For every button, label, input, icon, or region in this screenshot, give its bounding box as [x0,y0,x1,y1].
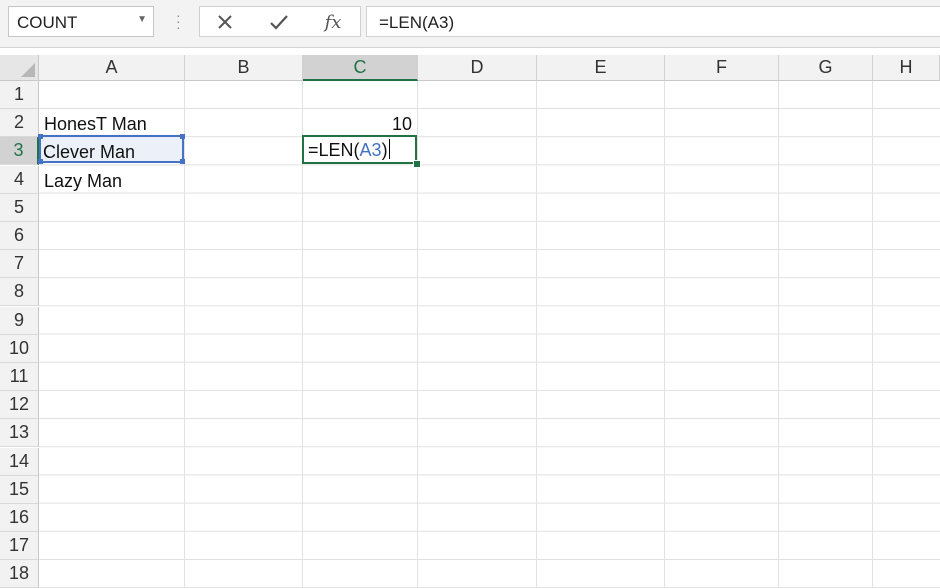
row-header-14[interactable]: 14 [0,448,39,476]
column-header-d[interactable]: D [418,55,537,81]
select-all-button[interactable] [0,55,39,81]
reference-handle[interactable] [38,134,43,139]
row-header-6[interactable]: 6 [0,222,39,250]
column-header-e[interactable]: E [537,55,665,81]
worksheet-grid: A B C D E F G H 1 2 3 4 5 6 7 8 9 10 11 … [0,55,940,588]
row-header-18[interactable]: 18 [0,560,39,588]
cell-a3[interactable]: Clever Man [43,142,135,163]
row-header-13[interactable]: 13 [0,419,39,447]
formula-prefix: =LEN( [308,140,360,160]
reference-handle[interactable] [180,134,185,139]
column-header-c[interactable]: C [303,55,418,81]
gridline [664,81,665,588]
row-header-5[interactable]: 5 [0,194,39,222]
row-header-12[interactable]: 12 [0,391,39,419]
row-header-11[interactable]: 11 [0,363,39,391]
row-header-7[interactable]: 7 [0,250,39,278]
row-header-4[interactable]: 4 [0,166,39,194]
formula-reference: A3 [359,140,382,160]
close-icon[interactable] [209,9,241,35]
formula-buttons: fx [199,6,361,37]
gridline [417,81,418,588]
row-header-17[interactable]: 17 [0,532,39,560]
column-header-h[interactable]: H [873,55,940,81]
select-all-triangle-icon [21,63,35,77]
fill-handle[interactable] [413,160,421,168]
formula-bar: COUNT ▼ · · · fx =LEN(A3) [0,0,940,48]
cell-a4[interactable]: Lazy Man [44,171,122,192]
name-box-value: COUNT [17,13,78,32]
gridline [778,81,779,588]
cell-a2[interactable]: HonesT Man [44,114,147,135]
row-header-10[interactable]: 10 [0,335,39,363]
column-header-a[interactable]: A [39,55,185,81]
gridline [184,81,185,588]
formula-text: =LEN(A3) [379,13,455,32]
gridline [872,81,873,588]
cell-c2[interactable]: 10 [392,114,412,135]
row-header-8[interactable]: 8 [0,278,39,306]
column-header-f[interactable]: F [665,55,779,81]
gridline [536,81,537,588]
row-header-16[interactable]: 16 [0,504,39,532]
row-header-2[interactable]: 2 [0,109,39,137]
active-cell-c3[interactable]: =LEN(A3) [302,135,417,164]
row-header-9[interactable]: 9 [0,307,39,335]
cell-c3-formula[interactable]: =LEN(A3) [308,139,390,161]
reference-handle[interactable] [180,159,185,164]
check-icon[interactable] [263,9,295,35]
fx-icon[interactable]: fx [317,9,349,35]
name-box[interactable]: COUNT ▼ [8,6,154,37]
column-header-g[interactable]: G [779,55,873,81]
row-header-1[interactable]: 1 [0,81,39,109]
text-caret [388,139,390,159]
row-header-3[interactable]: 3 [0,137,39,165]
chevron-down-icon[interactable]: ▼ [137,14,147,25]
grip-icon[interactable]: · · · [176,8,181,34]
formula-suffix: ) [381,140,388,160]
column-header-b[interactable]: B [185,55,303,81]
formula-input[interactable]: =LEN(A3) [366,6,940,37]
row-header-15[interactable]: 15 [0,476,39,504]
